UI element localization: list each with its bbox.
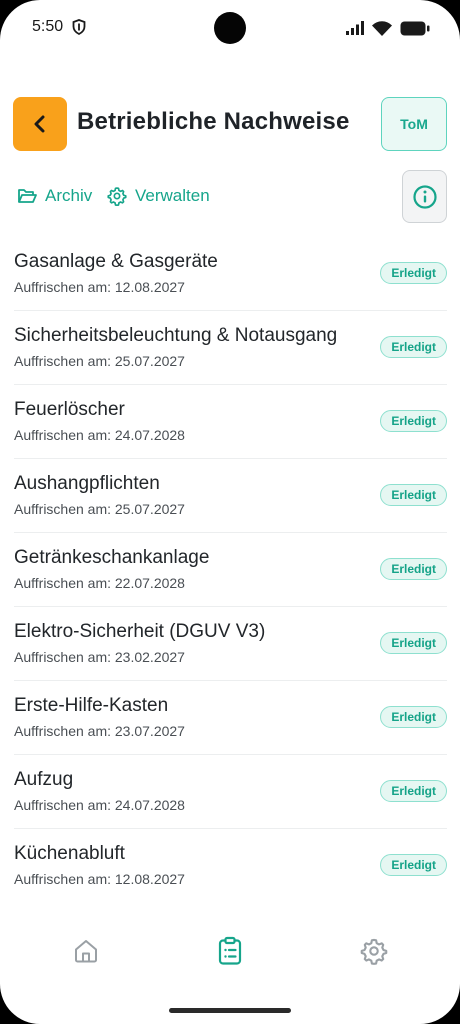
- page-title: Betriebliche Nachweise: [77, 108, 350, 135]
- status-bar: 5:50: [0, 0, 460, 58]
- info-icon: [412, 184, 437, 209]
- item-subtitle: Auffrischen am: 22.07.2028: [14, 575, 185, 591]
- item-title: Aushangpflichten: [14, 473, 160, 494]
- item-title: Elektro-Sicherheit (DGUV V3): [14, 621, 266, 642]
- status-icons: [346, 19, 430, 37]
- status-badge: Erledigt: [380, 780, 447, 802]
- back-button[interactable]: [13, 97, 67, 151]
- item-subtitle: Auffrischen am: 12.08.2027: [14, 279, 185, 295]
- battery-icon: [400, 21, 430, 35]
- nav-settings[interactable]: [359, 936, 389, 966]
- status-badge: Erledigt: [380, 854, 447, 876]
- home-icon: [75, 940, 97, 963]
- list-item[interactable]: Küchenabluft Auffrischen am: 12.08.2027 …: [14, 829, 447, 903]
- item-title: Sicherheitsbeleuchtung & Notausgang: [14, 325, 338, 346]
- status-badge: Erledigt: [380, 262, 447, 284]
- item-subtitle: Auffrischen am: 25.07.2027: [14, 353, 185, 369]
- item-title: Getränkeschankanlage: [14, 547, 210, 568]
- gear-icon: [107, 187, 127, 206]
- nav-checklist[interactable]: [215, 936, 245, 966]
- item-title: Küchenabluft: [14, 843, 125, 864]
- status-time: 5:50: [32, 18, 64, 35]
- list-item[interactable]: Getränkeschankanlage Auffrischen am: 22.…: [14, 533, 447, 607]
- item-subtitle: Auffrischen am: 24.07.2028: [14, 427, 185, 443]
- list-item[interactable]: Erste-Hilfe-Kasten Auffrischen am: 23.07…: [14, 681, 447, 755]
- list-item[interactable]: Elektro-Sicherheit (DGUV V3) Auffrischen…: [14, 607, 447, 681]
- camera-cutout: [214, 12, 246, 44]
- avatar-button[interactable]: ToM: [381, 97, 447, 151]
- item-subtitle: Auffrischen am: 23.02.2027: [14, 649, 185, 665]
- status-badge: Erledigt: [380, 706, 447, 728]
- info-button[interactable]: [402, 170, 447, 223]
- item-title: Gasanlage & Gasgeräte: [14, 251, 218, 272]
- nav-home[interactable]: [71, 936, 101, 966]
- item-subtitle: Auffrischen am: 24.07.2028: [14, 797, 185, 813]
- list-item[interactable]: Aufzug Auffrischen am: 24.07.2028 Erledi…: [14, 755, 447, 829]
- verwalten-link[interactable]: Verwalten: [107, 184, 210, 208]
- phone-screen: 5:50 Betriebliche Nachweise ToM Archiv V…: [0, 0, 460, 1024]
- archiv-link[interactable]: Archiv: [17, 184, 92, 208]
- signal-icon: [346, 21, 364, 35]
- list-item[interactable]: Aushangpflichten Auffrischen am: 25.07.2…: [14, 459, 447, 533]
- status-badge: Erledigt: [380, 558, 447, 580]
- list-item[interactable]: Sicherheitsbeleuchtung & Notausgang Auff…: [14, 311, 447, 385]
- status-badge: Erledigt: [380, 484, 447, 506]
- item-subtitle: Auffrischen am: 23.07.2027: [14, 723, 185, 739]
- wifi-icon: [372, 20, 392, 36]
- archiv-label: Archiv: [45, 186, 93, 205]
- item-title: Feuerlöscher: [14, 399, 125, 420]
- list-item[interactable]: Gasanlage & Gasgeräte Auffrischen am: 12…: [14, 237, 447, 311]
- item-title: Aufzug: [14, 769, 74, 790]
- list-item[interactable]: Feuerlöscher Auffrischen am: 24.07.2028 …: [14, 385, 447, 459]
- checklist-icon: [218, 936, 242, 965]
- chevron-left-icon: [34, 115, 45, 133]
- home-indicator[interactable]: [169, 1008, 291, 1013]
- verwalten-label: Verwalten: [135, 186, 210, 205]
- proof-list: Gasanlage & Gasgeräte Auffrischen am: 12…: [14, 237, 447, 903]
- status-badge: Erledigt: [380, 410, 447, 432]
- status-badge: Erledigt: [380, 336, 447, 358]
- item-subtitle: Auffrischen am: 12.08.2027: [14, 871, 185, 887]
- bottom-nav: [0, 920, 460, 984]
- item-title: Erste-Hilfe-Kasten: [14, 695, 169, 716]
- status-badge: Erledigt: [380, 632, 447, 654]
- folder-open-icon: [18, 189, 37, 203]
- gear-icon: [360, 938, 388, 965]
- shield-icon: [72, 19, 86, 35]
- item-subtitle: Auffrischen am: 25.07.2027: [14, 501, 185, 517]
